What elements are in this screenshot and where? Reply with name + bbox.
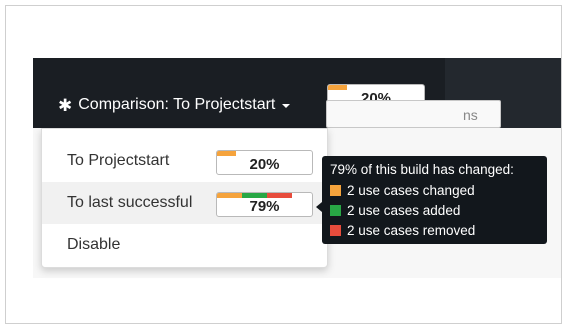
comparison-label: Comparison: To Projectstart	[78, 96, 276, 113]
tooltip-line-text: 2 use cases changed	[347, 182, 475, 198]
projectstart-change-indicator: 20%	[216, 150, 313, 175]
last-successful-change-indicator: 79%	[216, 192, 313, 217]
background-button-text: ns	[463, 107, 478, 123]
tooltip-title: 79% of this build has changed:	[330, 162, 514, 177]
change-details-tooltip: 79% of this build has changed: 2 use cas…	[322, 156, 547, 244]
tooltip-line-added: 2 use cases added	[330, 200, 547, 220]
comparison-dropdown-menu: To Projectstart 20% To last successful 7…	[41, 128, 328, 268]
screenshot-frame: ✱ Comparison: To Projectstart 20% ns To …	[5, 5, 562, 324]
projectstart-progress-fill	[217, 151, 236, 156]
menu-item-label: To last successful	[67, 194, 193, 211]
tooltip-line-text: 2 use cases removed	[347, 222, 476, 238]
last-successful-added-segment	[242, 193, 268, 198]
tooltip-line-text: 2 use cases added	[347, 202, 461, 218]
header-progress-fill	[328, 85, 348, 90]
menu-item-label: Disable	[67, 236, 121, 253]
last-successful-progress-bar	[217, 193, 312, 198]
caret-down-icon	[282, 104, 291, 108]
tooltip-line-changed: 2 use cases changed	[330, 180, 547, 200]
tooltip-line-removed: 2 use cases removed	[330, 220, 547, 240]
header-progress-bar	[328, 85, 424, 90]
menu-item-to-projectstart[interactable]: To Projectstart 20%	[42, 140, 327, 182]
projectstart-percent: 20%	[249, 155, 280, 173]
last-successful-changed-segment	[217, 193, 243, 198]
menu-item-label: To Projectstart	[67, 152, 170, 169]
menu-item-disable[interactable]: Disable	[42, 224, 327, 266]
background-button[interactable]: ns	[326, 100, 501, 128]
menu-item-to-last-successful[interactable]: To last successful 79%	[42, 182, 327, 224]
projectstart-progress-bar	[217, 151, 312, 156]
red-square-icon	[330, 224, 341, 236]
last-successful-removed-segment	[267, 193, 293, 198]
green-square-icon	[330, 204, 341, 216]
last-successful-percent: 79%	[249, 197, 280, 215]
comparison-dropdown-toggle[interactable]: ✱ Comparison: To Projectstart	[58, 95, 291, 115]
asterisk-icon: ✱	[58, 95, 73, 115]
orange-square-icon	[330, 184, 341, 196]
